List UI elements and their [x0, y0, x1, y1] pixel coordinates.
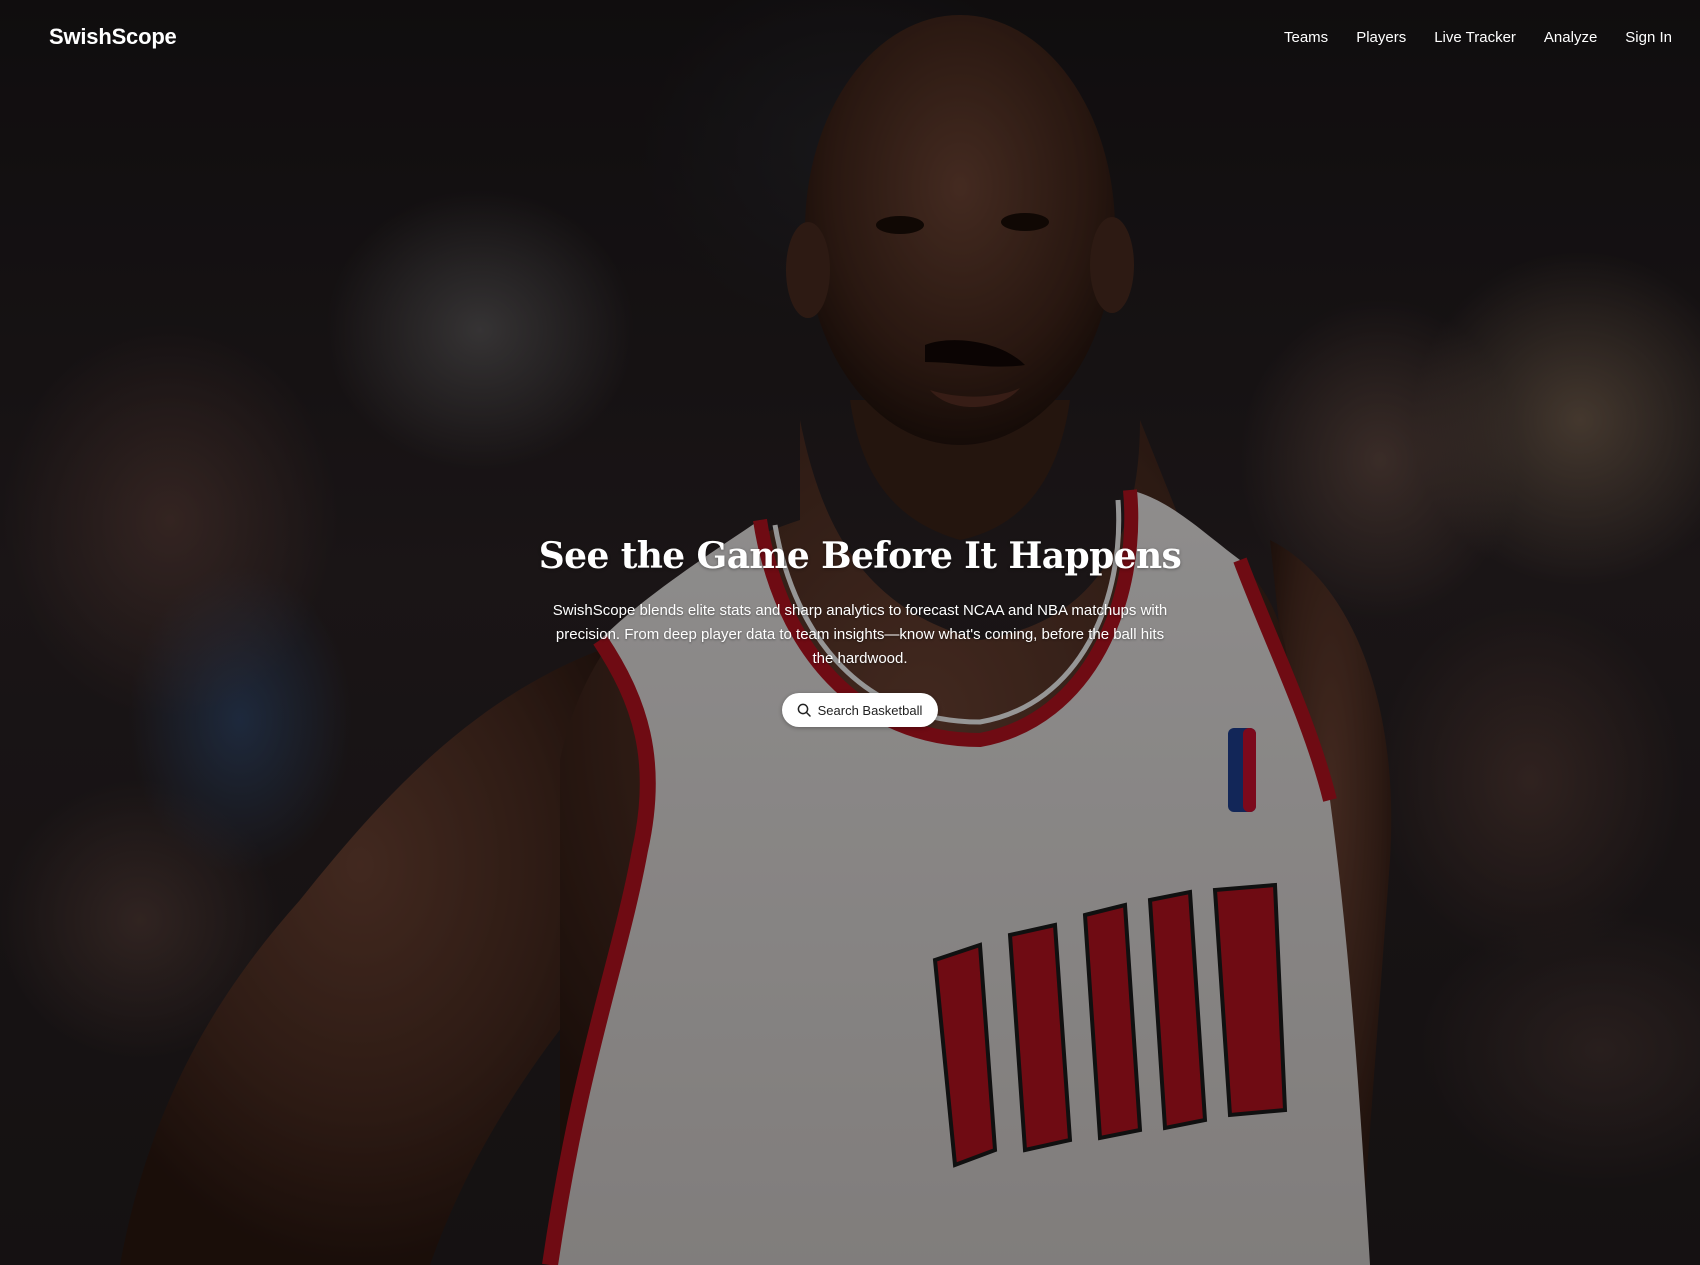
search-basketball-button[interactable]: Search Basketball: [781, 693, 939, 727]
hero-title: See the Game Before It Happens: [538, 535, 1182, 577]
nav-link-analyze[interactable]: Analyze: [1544, 29, 1597, 46]
nav-link-teams[interactable]: Teams: [1284, 29, 1328, 46]
nav-link-players[interactable]: Players: [1356, 29, 1406, 46]
main-nav: Teams Players Live Tracker Analyze Sign …: [1284, 29, 1672, 46]
search-icon: [797, 703, 811, 717]
search-button-label: Search Basketball: [817, 702, 923, 718]
hero-section: See the Game Before It Happens SwishScop…: [0, 535, 1700, 727]
hero-subtitle: SwishScope blends elite stats and sharp …: [552, 602, 1168, 667]
nav-link-sign-in[interactable]: Sign In: [1625, 29, 1672, 46]
site-header: SwishScope Teams Players Live Tracker An…: [0, 0, 1700, 80]
nav-link-live-tracker[interactable]: Live Tracker: [1434, 29, 1516, 46]
site-logo[interactable]: SwishScope: [49, 24, 177, 50]
